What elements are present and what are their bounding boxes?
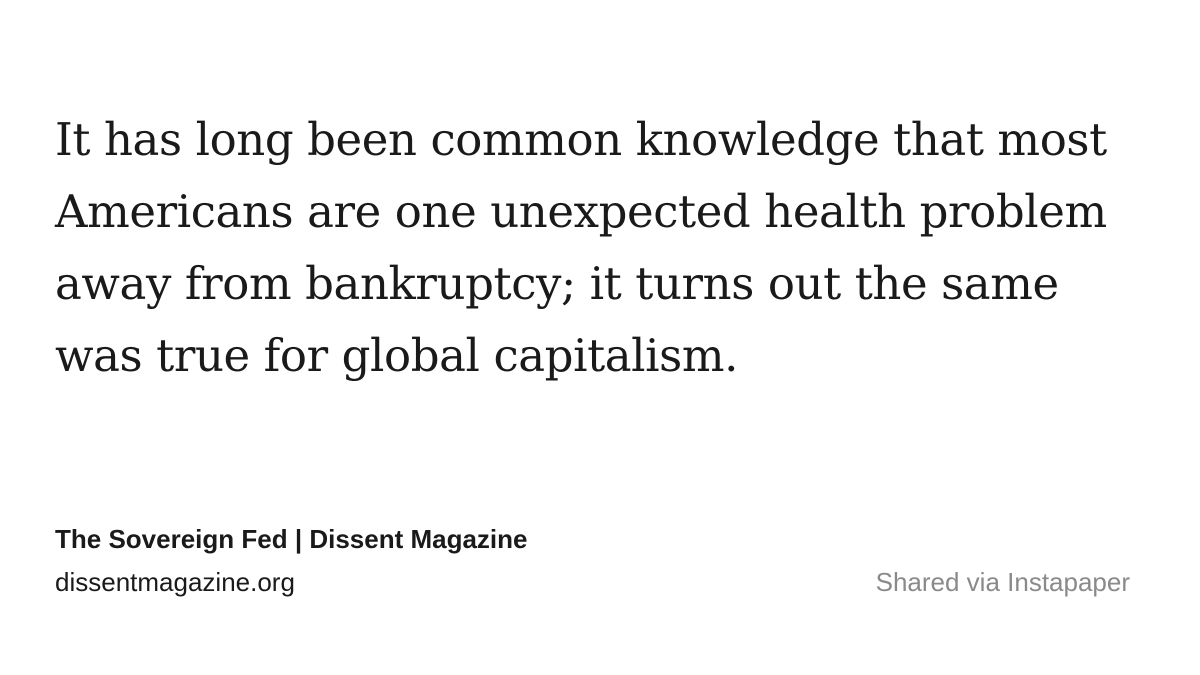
quote-line-3: away from bankruptcy; it turns out the s… [55,257,1059,310]
quote-line-2: Americans are one unexpected health prob… [55,185,1107,238]
quote-text: It has long been common knowledge that m… [55,104,1165,392]
quote-line-1: It has long been common knowledge that m… [55,113,1107,166]
shared-via-label: Shared via Instapaper [875,567,1130,597]
quote-line-4: was true for global capitalism. [55,329,739,382]
source-domain[interactable]: dissentmagazine.org [55,565,295,599]
quote-card: It has long been common knowledge that m… [0,0,1200,675]
source-title[interactable]: The Sovereign Fed | Dissent Magazine [55,522,528,556]
